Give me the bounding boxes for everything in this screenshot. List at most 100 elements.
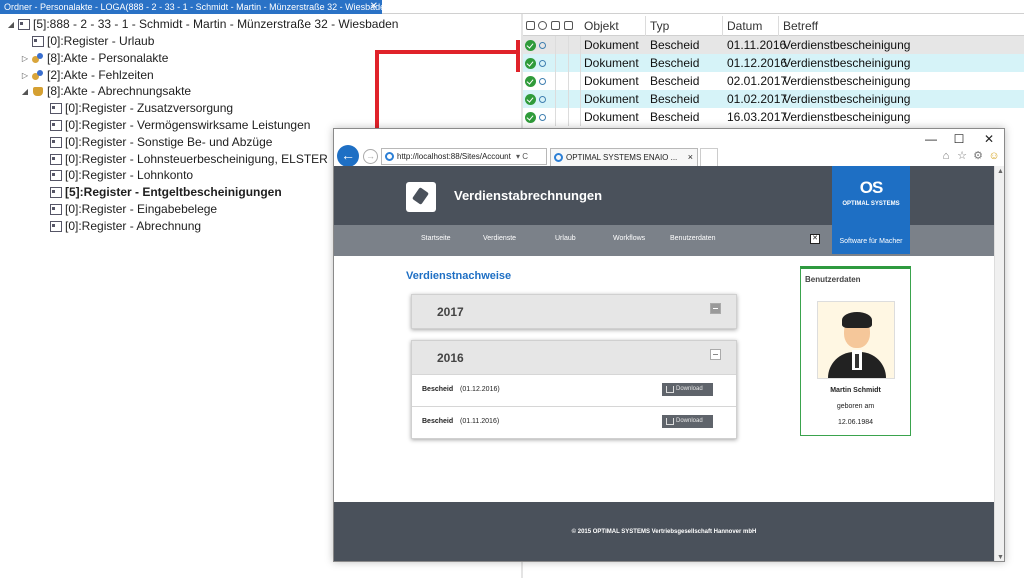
payslip-row: Bescheid (01.11.2016) Download (412, 406, 736, 438)
tree-item[interactable]: [0]:Register - Sonstige Be- und Abzüge (38, 134, 272, 151)
cell-betreff: Verdienstbescheinigung (783, 74, 911, 88)
status-icon (539, 60, 546, 67)
tree-item-label: [0]:Register - Sonstige Be- und Abzüge (65, 134, 273, 149)
table-row[interactable]: Dokument Bescheid 16.03.2017 Verdienstbesch… (523, 108, 1024, 126)
table-row[interactable]: Dokument Bescheid 01.02.2017 Verdienstbesch… (523, 90, 1024, 108)
tree-item[interactable]: [0]:Register - Eingabebelege (38, 201, 217, 218)
close-icon[interactable]: ✕ (982, 132, 996, 146)
tree-item-label: [8]:Akte - Personalakte (47, 50, 169, 65)
year-header[interactable]: 2016 (412, 341, 736, 374)
collapse-icon[interactable]: ◢ (6, 16, 16, 33)
logout-icon[interactable]: ✕ (810, 234, 820, 244)
tab-personalakte[interactable]: Ordner - Personalakte - LOGA(888 - 2 - 3… (0, 0, 382, 14)
cell-betreff: Verdienstbescheinigung (783, 56, 911, 70)
tree-item[interactable]: [0]:Register - Lohnsteuerbescheinigung, … (38, 151, 328, 168)
close-tab-icon[interactable]: × (688, 149, 693, 166)
column-header-objekt[interactable]: Objekt (580, 16, 646, 36)
attachment-icon[interactable] (564, 21, 573, 30)
tree-item-label: [0]:Register - Zusatzversorgung (65, 101, 234, 116)
document-list-header: Objekt Typ Datum Betreff (523, 16, 1024, 36)
close-icon[interactable]: ✕ (370, 0, 378, 14)
cell-datum: 02.01.2017 (727, 74, 788, 88)
expander-icon[interactable]: ◢ (20, 83, 30, 100)
payslip-date: (01.11.2016) (460, 418, 500, 425)
document-tabbar: Ordner - Personalakte - LOGA(888 - 2 - 3… (0, 0, 1024, 14)
new-tab-button[interactable] (700, 148, 718, 166)
tree-item-label: [0]:Register - Vermögenswirksame Leistun… (65, 118, 311, 132)
home-icon[interactable]: ⌂ (940, 150, 952, 162)
section-title: Verdienstnachweise (406, 270, 512, 282)
column-header-datum[interactable]: Datum (723, 16, 779, 36)
menu-item-startseite[interactable]: Startseite (421, 235, 451, 242)
tree-item[interactable]: ◢ [8]:Akte - Abrechnungsakte (20, 83, 191, 100)
star-icon[interactable]: ☆ (956, 150, 968, 162)
ie-icon (385, 152, 394, 161)
tree-item[interactable]: [0]:Register - Urlaub (20, 33, 154, 50)
table-row[interactable]: Dokument Bescheid 01.11.2016 Verdienstbesch… (523, 36, 1024, 54)
scroll-down-icon[interactable]: ▼ (997, 554, 1004, 561)
download-button[interactable]: Download (662, 383, 713, 396)
payslip-date: (01.12.2016) (460, 386, 500, 393)
cell-typ: Bescheid (650, 110, 700, 124)
address-bar[interactable]: http://localhost:88/Sites/Account ▾ C (381, 148, 547, 165)
ie-icon (554, 153, 563, 162)
annotation-arrow-top (375, 50, 520, 54)
menu-item-workflows[interactable]: Workflows (613, 235, 645, 242)
status-icon (539, 78, 546, 85)
cell-typ: Bescheid (650, 92, 700, 106)
page-scrollbar[interactable]: ▲ ▼ (994, 166, 1004, 561)
tree-item[interactable]: [0]:Register - Zusatzversorgung (38, 100, 233, 117)
tree-item[interactable]: [0]:Register - Lohnkonto (38, 167, 193, 184)
tree-item-label: [0]:Register - Lohnkonto (65, 168, 194, 183)
user-born-date: 12.06.1984 (837, 419, 874, 426)
forward-icon[interactable]: → (363, 149, 378, 164)
check-icon (525, 76, 536, 87)
column-divider (555, 108, 556, 126)
status-icon (539, 96, 546, 103)
tree-item[interactable]: [0]:Register - Abrechnung (38, 218, 201, 235)
globe-icon[interactable] (538, 21, 547, 30)
address-controls[interactable]: ▾ C (516, 149, 528, 164)
gear-icon[interactable]: ⚙ (972, 150, 984, 162)
cell-betreff: Verdienstbescheinigung (783, 38, 911, 52)
table-row[interactable]: Dokument Bescheid 01.12.2016 Verdienstbesch… (523, 54, 1024, 72)
copy-icon[interactable] (526, 21, 535, 30)
cell-objekt: Dokument (584, 38, 639, 52)
column-divider (555, 36, 556, 54)
smiley-icon[interactable]: ☺ (988, 150, 1000, 162)
check-icon (525, 40, 536, 51)
menu-item-urlaub[interactable]: Urlaub (555, 235, 576, 242)
avatar (817, 301, 895, 379)
browser-tab[interactable]: OPTIMAL SYSTEMS ENAIO ... × (550, 148, 698, 166)
note-icon[interactable] (551, 21, 560, 30)
menu-item-benutzerdaten[interactable]: Benutzerdaten (670, 235, 716, 242)
tree-item[interactable]: [0]:Register - Vermögenswirksame Leistun… (38, 117, 310, 134)
back-icon[interactable]: ← (337, 145, 359, 167)
maximize-icon[interactable]: ☐ (952, 132, 966, 146)
download-button[interactable]: Download (662, 415, 713, 428)
tree-item-label: [8]:Akte - Abrechnungsakte (47, 84, 192, 99)
akte-icon (32, 52, 44, 64)
column-divider (568, 36, 569, 54)
expander-icon[interactable]: ▷ (20, 50, 30, 67)
collapse-icon[interactable] (710, 349, 721, 360)
folder-icon (18, 19, 30, 30)
tree-root[interactable]: ◢ [5]:888 - 2 - 33 - 1 - Schmidt - Marti… (6, 16, 399, 33)
payslip-name: Bescheid (422, 418, 454, 425)
table-row[interactable]: Dokument Bescheid 02.01.2017 Verdienstbesch… (523, 72, 1024, 90)
user-card: Benutzerdaten Martin Schmidt geboren am … (800, 266, 911, 436)
expand-icon[interactable] (710, 303, 721, 314)
year-header[interactable]: 2017 (412, 295, 736, 328)
minimize-icon[interactable]: — (924, 132, 938, 146)
column-header-betreff[interactable]: Betreff (779, 16, 1024, 36)
tree-item[interactable]: ▷ [2]:Akte - Fehlzeiten (20, 67, 154, 84)
scroll-up-icon[interactable]: ▲ (997, 168, 1004, 175)
tree-item[interactable]: ▷ [8]:Akte - Personalakte (20, 50, 168, 67)
tree-item[interactable]: [5]:Register - Entgeltbescheinigungen (38, 184, 282, 201)
column-divider (555, 90, 556, 108)
expander-icon[interactable]: ▷ (20, 67, 30, 84)
menu-item-verdienste[interactable]: Verdienste (483, 235, 516, 242)
column-header-typ[interactable]: Typ (646, 16, 723, 36)
column-divider (568, 72, 569, 90)
cell-datum: 01.11.2016 (727, 38, 787, 52)
